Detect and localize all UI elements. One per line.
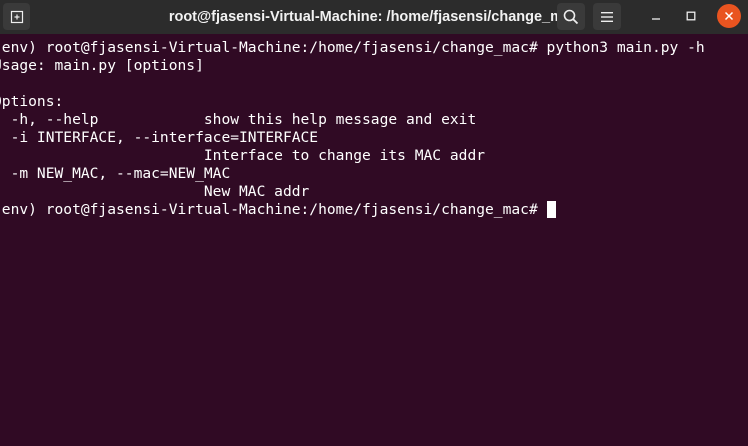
options-heading: Options: bbox=[0, 93, 64, 110]
help-option-line: -h, --help show this help message and ex… bbox=[0, 111, 477, 128]
prompt-line: (env) root@fjasensi-Virtual-Machine:/hom… bbox=[0, 201, 705, 219]
minimize-button[interactable] bbox=[644, 4, 668, 28]
new-tab-button[interactable] bbox=[3, 3, 30, 30]
menu-button[interactable] bbox=[593, 3, 621, 30]
minimize-icon bbox=[652, 18, 660, 20]
mac-description-line: New MAC addr bbox=[0, 183, 310, 200]
shell-prompt: (env) root@fjasensi-Virtual-Machine:/hom… bbox=[0, 201, 547, 218]
mac-option-line: -m NEW_MAC, --mac=NEW_MAC bbox=[0, 165, 231, 182]
terminal-window: root@fjasensi-Virtual-Machine: /home/fja… bbox=[0, 0, 748, 446]
interface-description-line: Interface to change its MAC addr bbox=[0, 147, 486, 164]
hamburger-menu-icon bbox=[601, 11, 613, 22]
usage-line: Usage: main.py [options] bbox=[0, 57, 204, 74]
terminal-output[interactable]: (env) root@fjasensi-Virtual-Machine:/hom… bbox=[0, 39, 748, 446]
search-button[interactable] bbox=[557, 3, 585, 30]
terminal-text: (env) root@fjasensi-Virtual-Machine:/hom… bbox=[0, 39, 705, 219]
search-icon bbox=[563, 9, 579, 24]
close-icon bbox=[724, 11, 734, 21]
maximize-icon bbox=[686, 11, 696, 21]
new-tab-icon bbox=[10, 10, 23, 23]
command-line: (env) root@fjasensi-Virtual-Machine:/hom… bbox=[0, 39, 705, 56]
maximize-button[interactable] bbox=[679, 4, 703, 28]
interface-option-line: -i INTERFACE, --interface=INTERFACE bbox=[0, 129, 319, 146]
window-title: root@fjasensi-Virtual-Machine: /home/fja… bbox=[168, 9, 580, 25]
close-button[interactable] bbox=[717, 4, 741, 28]
text-cursor bbox=[546, 201, 556, 218]
title-bar[interactable]: root@fjasensi-Virtual-Machine: /home/fja… bbox=[0, 0, 748, 34]
